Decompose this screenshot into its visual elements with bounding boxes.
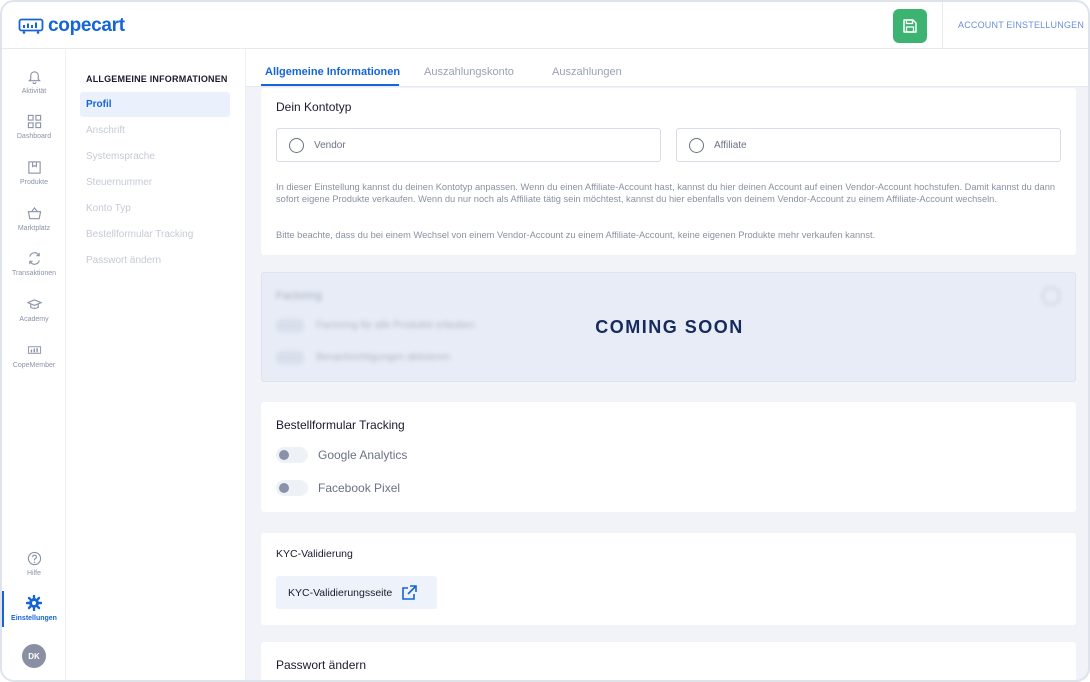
- kontotyp-info-text: In dieser Einstellung kannst du deinen K…: [276, 182, 1056, 204]
- icon-rail: Aktivität Dashboard Produkte Marktplatz …: [2, 49, 66, 680]
- rail-label: Aktivität: [21, 88, 47, 95]
- kontotyp-title: Dein Kontotyp: [276, 100, 352, 114]
- factoring-option-label: Benachrichtigungen aktivieren: [316, 352, 450, 363]
- radio-affiliate[interactable]: Affiliate: [676, 128, 1061, 162]
- account-settings-link[interactable]: ACCOUNT EINSTELLUNGEN: [958, 20, 1084, 30]
- rail-label: CopeMember: [12, 362, 56, 369]
- section-nav-item-konto-typ[interactable]: Konto Typ: [80, 196, 230, 221]
- toggle-label: Google Analytics: [318, 448, 408, 462]
- rail-label: Transaktionen: [11, 270, 57, 277]
- avatar[interactable]: DK: [22, 644, 46, 668]
- rail-label: Produkte: [19, 179, 49, 186]
- logo[interactable]: copecart: [18, 15, 125, 37]
- rail-label: Einstellungen: [11, 615, 57, 622]
- rail-item-aktivitaet[interactable]: Aktivität: [2, 67, 66, 107]
- save-icon: [903, 19, 917, 33]
- rail-label: Marktplatz: [17, 225, 51, 232]
- factoring-title: Factoring: [276, 290, 322, 302]
- app-window: copecart ACCOUNT EINSTELLUNGEN Aktivität…: [0, 0, 1090, 682]
- radio-label: Affiliate: [714, 139, 747, 151]
- radio-circle-icon: [289, 137, 304, 153]
- rail-label: Academy: [19, 316, 49, 323]
- rail-item-hilfe[interactable]: Hilfe: [2, 549, 66, 589]
- kyc-button-label: KYC-Validierungsseite: [288, 586, 393, 599]
- rail-item-transaktionen[interactable]: Transaktionen: [2, 249, 66, 289]
- password-card: Passwort ändern: [261, 642, 1076, 680]
- gear-icon: [25, 594, 43, 612]
- section-nav-item-passwort[interactable]: Passwort ändern: [80, 248, 230, 273]
- rail-item-einstellungen[interactable]: Einstellungen: [2, 594, 66, 634]
- kontotyp-card: Dein Kontotyp Vendor Affiliate In dieser…: [261, 88, 1076, 255]
- section-nav-item-profil[interactable]: Profil: [80, 92, 230, 117]
- rail-label: Hilfe: [26, 570, 41, 577]
- password-title: Passwort ändern: [276, 658, 367, 672]
- tracking-card: Bestellformular Tracking Google Analytic…: [261, 402, 1076, 512]
- tab-bar: Allgemeine Informationen Auszahlungskont…: [246, 49, 1088, 87]
- tab-auszahlungskonto[interactable]: Auszahlungskonto: [424, 66, 514, 78]
- rail-item-produkte[interactable]: Produkte: [2, 158, 66, 198]
- exchange-icon: [25, 249, 43, 267]
- coming-soon-label: COMING SOON: [595, 317, 744, 337]
- tracking-title: Bestellformular Tracking: [276, 418, 405, 432]
- section-nav: ALLGEMEINE INFORMATIONEN Profil Anschrif…: [66, 49, 246, 680]
- info-icon: [1042, 287, 1060, 305]
- toggle-label: Facebook Pixel: [318, 481, 401, 495]
- tab-allgemeine-informationen[interactable]: Allgemeine Informationen: [265, 66, 400, 78]
- active-tab-indicator: [261, 84, 399, 86]
- rail-item-dashboard[interactable]: Dashboard: [2, 112, 66, 152]
- radio-vendor[interactable]: Vendor: [276, 128, 661, 162]
- section-nav-item-anschrift[interactable]: Anschrift: [80, 118, 230, 143]
- grid-icon: [25, 112, 43, 130]
- basket-icon: [25, 204, 43, 222]
- kyc-title: KYC-Validierung: [276, 548, 353, 560]
- kyc-validation-button[interactable]: KYC-Validierungsseite: [276, 576, 437, 609]
- radio-circle-icon: [689, 137, 704, 153]
- external-link-icon: [402, 584, 418, 600]
- section-nav-item-tracking[interactable]: Bestellformular Tracking: [80, 222, 230, 247]
- radio-label: Vendor: [314, 139, 346, 151]
- tab-auszahlungen[interactable]: Auszahlungen: [552, 66, 622, 78]
- toggle-icon: [276, 351, 304, 364]
- toggle-google-analytics[interactable]: Google Analytics: [276, 447, 407, 463]
- rail-item-marktplatz[interactable]: Marktplatz: [2, 204, 66, 244]
- section-nav-item-systemsprache[interactable]: Systemsprache: [80, 144, 230, 169]
- save-button[interactable]: [893, 9, 927, 43]
- help-icon: [25, 549, 43, 567]
- section-nav-item-steuernummer[interactable]: Steuernummer: [80, 170, 230, 195]
- bell-icon: [25, 67, 43, 85]
- header-divider: [942, 2, 943, 49]
- toggle-switch[interactable]: [276, 447, 308, 463]
- kyc-card: KYC-Validierung KYC-Validierungsseite: [261, 533, 1076, 625]
- section-nav-title: ALLGEMEINE INFORMATIONEN: [86, 74, 228, 84]
- rail-label: Dashboard: [16, 133, 52, 140]
- rail-item-academy[interactable]: Academy: [2, 295, 66, 335]
- kontotyp-warning-text: Bitte beachte, dass du bei einem Wechsel…: [276, 230, 876, 240]
- top-header: copecart ACCOUNT EINSTELLUNGEN: [2, 2, 1088, 49]
- logo-text: copecart: [48, 15, 125, 36]
- toggle-switch[interactable]: [276, 480, 308, 496]
- toggle-facebook-pixel[interactable]: Facebook Pixel: [276, 480, 400, 496]
- cart-logo-icon: [18, 18, 44, 34]
- chart-icon: [25, 341, 43, 359]
- box-icon: [25, 158, 43, 176]
- rail-item-copemember[interactable]: CopeMember: [2, 341, 66, 381]
- graduation-cap-icon: [25, 295, 43, 313]
- factoring-card-disabled: Factoring Factoring für alle Produkte er…: [261, 272, 1076, 382]
- factoring-option-row: Benachrichtigungen aktivieren: [276, 351, 450, 364]
